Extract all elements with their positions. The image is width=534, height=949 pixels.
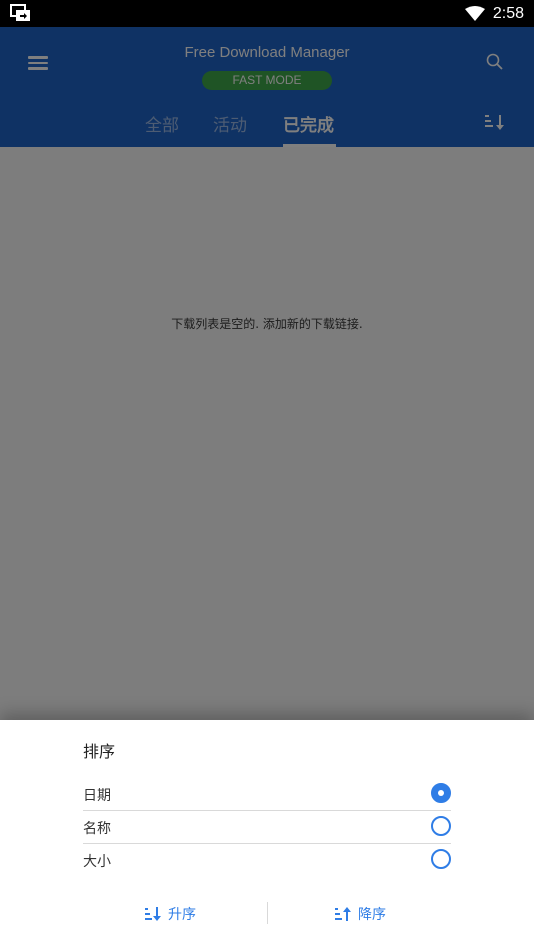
sort-descending-icon — [335, 907, 351, 921]
sort-ascending-icon — [145, 907, 161, 921]
option-label: 大小 — [83, 854, 111, 870]
sort-option-date[interactable]: 日期 — [83, 777, 451, 811]
status-bar: 2:58 — [0, 0, 534, 27]
sort-option-name[interactable]: 名称 — [83, 810, 451, 844]
wifi-icon — [464, 5, 485, 21]
button-divider — [267, 902, 268, 924]
descending-button[interactable]: 降序 — [334, 902, 386, 926]
sort-option-size[interactable]: 大小 — [83, 843, 451, 877]
option-label: 日期 — [83, 788, 111, 804]
screen-cast-icon — [10, 4, 30, 21]
status-icons: 2:58 — [464, 0, 524, 27]
radio-size[interactable] — [431, 849, 451, 869]
descending-label: 降序 — [358, 907, 386, 923]
ascending-button[interactable]: 升序 — [144, 902, 196, 926]
sort-bottom-sheet: 排序 日期 名称 大小 升序 降序 — [0, 720, 534, 949]
radio-date[interactable] — [431, 783, 451, 803]
option-label: 名称 — [83, 821, 111, 837]
ascending-label: 升序 — [168, 907, 196, 923]
sheet-title: 排序 — [83, 742, 116, 761]
radio-name[interactable] — [431, 816, 451, 836]
status-time: 2:58 — [492, 4, 524, 22]
